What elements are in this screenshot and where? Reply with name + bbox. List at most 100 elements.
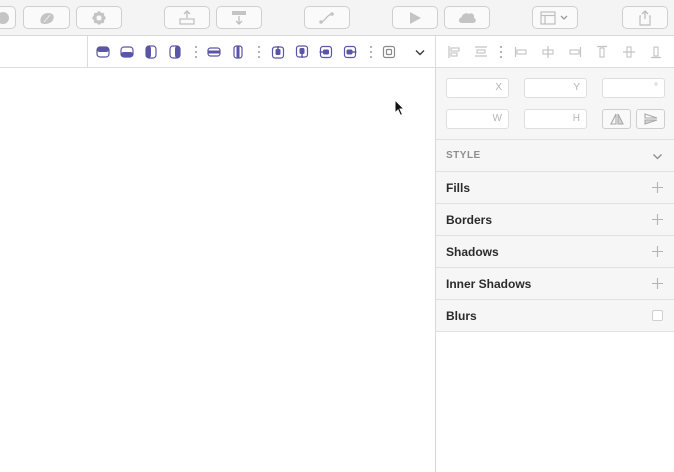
resize-top-button[interactable] <box>96 45 110 59</box>
blur-checkbox[interactable] <box>652 310 663 321</box>
export-share-icon <box>639 9 651 26</box>
align-left-icon <box>448 46 460 58</box>
preview-button[interactable] <box>392 6 438 29</box>
flip-vertical-icon <box>643 113 657 125</box>
export-button[interactable] <box>622 6 668 29</box>
oval-tool-button[interactable] <box>0 6 16 29</box>
align-horizontal-center-button[interactable] <box>474 45 488 59</box>
edit-path-icon <box>319 11 334 24</box>
distribute-vertical-icon <box>233 45 243 59</box>
flip-vertical-button[interactable] <box>636 109 665 129</box>
resize-top-icon <box>96 46 110 58</box>
toolbar-divider <box>435 36 436 68</box>
cloud-button[interactable] <box>444 6 490 29</box>
move-forward-button[interactable] <box>164 6 210 29</box>
pin-top-button[interactable] <box>271 45 285 59</box>
rotation-field[interactable]: ° <box>602 78 665 98</box>
flip-horizontal-button[interactable] <box>602 109 631 129</box>
shadows-title: Shadows <box>446 245 499 259</box>
pin-bottom-button[interactable] <box>295 45 309 59</box>
separator-dots <box>500 46 502 58</box>
chevron-down-icon <box>415 50 425 56</box>
align-left-icon <box>514 47 527 57</box>
resize-right-icon <box>169 45 181 59</box>
flip-horizontal-icon <box>609 113 624 125</box>
create-symbol-button[interactable] <box>76 6 122 29</box>
style-header-label: STYLE <box>446 150 481 161</box>
width-field-label: W <box>492 113 502 124</box>
fills-title: Fills <box>446 181 471 195</box>
align-horizontal-center-icon <box>542 46 554 58</box>
width-field[interactable]: W <box>446 109 509 129</box>
align-bottom-icon <box>651 46 661 59</box>
resize-right-button[interactable] <box>168 45 182 59</box>
align-center-icon <box>475 46 487 57</box>
move-backward-button[interactable] <box>216 6 262 29</box>
view-menu-button[interactable] <box>532 6 578 29</box>
align-left-button[interactable] <box>514 45 528 59</box>
align-bottom-button[interactable] <box>649 45 663 59</box>
separator-dots <box>370 46 372 58</box>
add-border-icon[interactable] <box>652 214 663 225</box>
pin-top-icon <box>271 46 285 59</box>
backward-layer-icon <box>232 10 246 25</box>
inspector-empty-area <box>436 331 674 472</box>
separator-dots <box>195 46 197 58</box>
resize-left-icon <box>145 45 157 59</box>
edit-path-button[interactable] <box>304 6 350 29</box>
y-field-label: Y <box>573 82 580 93</box>
design-canvas[interactable] <box>0 68 435 472</box>
pin-left-button[interactable] <box>319 45 333 59</box>
style-section-header[interactable]: STYLE <box>436 139 674 171</box>
distribute-horizontal-icon <box>207 47 221 57</box>
align-center-horizontal-button[interactable] <box>541 45 555 59</box>
rotation-field-label: ° <box>654 82 658 93</box>
fix-size-button[interactable] <box>382 45 396 59</box>
resize-bottom-icon <box>120 46 134 58</box>
flower-symbol-icon <box>92 10 106 25</box>
cloud-icon <box>458 12 476 23</box>
chevron-down-icon <box>653 154 662 160</box>
add-shadow-icon[interactable] <box>652 246 663 257</box>
toolbar-divider <box>87 36 88 68</box>
view-layout-icon <box>540 10 568 25</box>
main-toolbar <box>0 0 674 36</box>
borders-section: Borders <box>436 203 674 235</box>
blurs-title: Blurs <box>446 309 477 323</box>
fix-size-icon <box>382 45 396 59</box>
distribute-horizontal-button[interactable] <box>207 45 221 59</box>
distribute-vertical-button[interactable] <box>231 45 245 59</box>
align-top-button[interactable] <box>595 45 609 59</box>
shadows-section: Shadows <box>436 235 674 267</box>
align-right-icon <box>569 47 582 57</box>
resize-left-button[interactable] <box>144 45 158 59</box>
preview-play-icon <box>410 11 421 24</box>
height-field-label: H <box>572 113 580 124</box>
alignment-toolbar <box>0 36 674 68</box>
align-middle-button[interactable] <box>622 45 636 59</box>
forward-layer-icon <box>179 9 195 25</box>
add-inner-shadow-icon[interactable] <box>652 278 663 289</box>
x-field-label: X <box>495 82 502 93</box>
align-left-edge-button[interactable] <box>447 45 461 59</box>
pin-right-button[interactable] <box>343 45 357 59</box>
pin-left-icon <box>319 45 333 59</box>
inner-shadows-section: Inner Shadows <box>436 267 674 299</box>
x-position-field[interactable]: X <box>446 78 509 98</box>
inner-shadows-title: Inner Shadows <box>446 277 532 291</box>
pin-bottom-icon <box>295 45 309 58</box>
y-position-field[interactable]: Y <box>524 78 587 98</box>
more-options-button[interactable] <box>413 46 427 60</box>
fills-section: Fills <box>436 171 674 203</box>
align-right-button[interactable] <box>568 45 582 59</box>
borders-title: Borders <box>446 213 493 227</box>
union-button[interactable] <box>23 6 70 29</box>
align-top-icon <box>597 45 607 58</box>
height-field[interactable]: H <box>524 109 587 129</box>
resize-bottom-button[interactable] <box>120 45 134 59</box>
mouse-pointer-icon <box>394 99 406 117</box>
union-shape-icon <box>39 12 54 24</box>
pin-right-icon <box>343 45 357 59</box>
separator-dots <box>258 46 260 58</box>
add-fill-icon[interactable] <box>652 182 663 193</box>
